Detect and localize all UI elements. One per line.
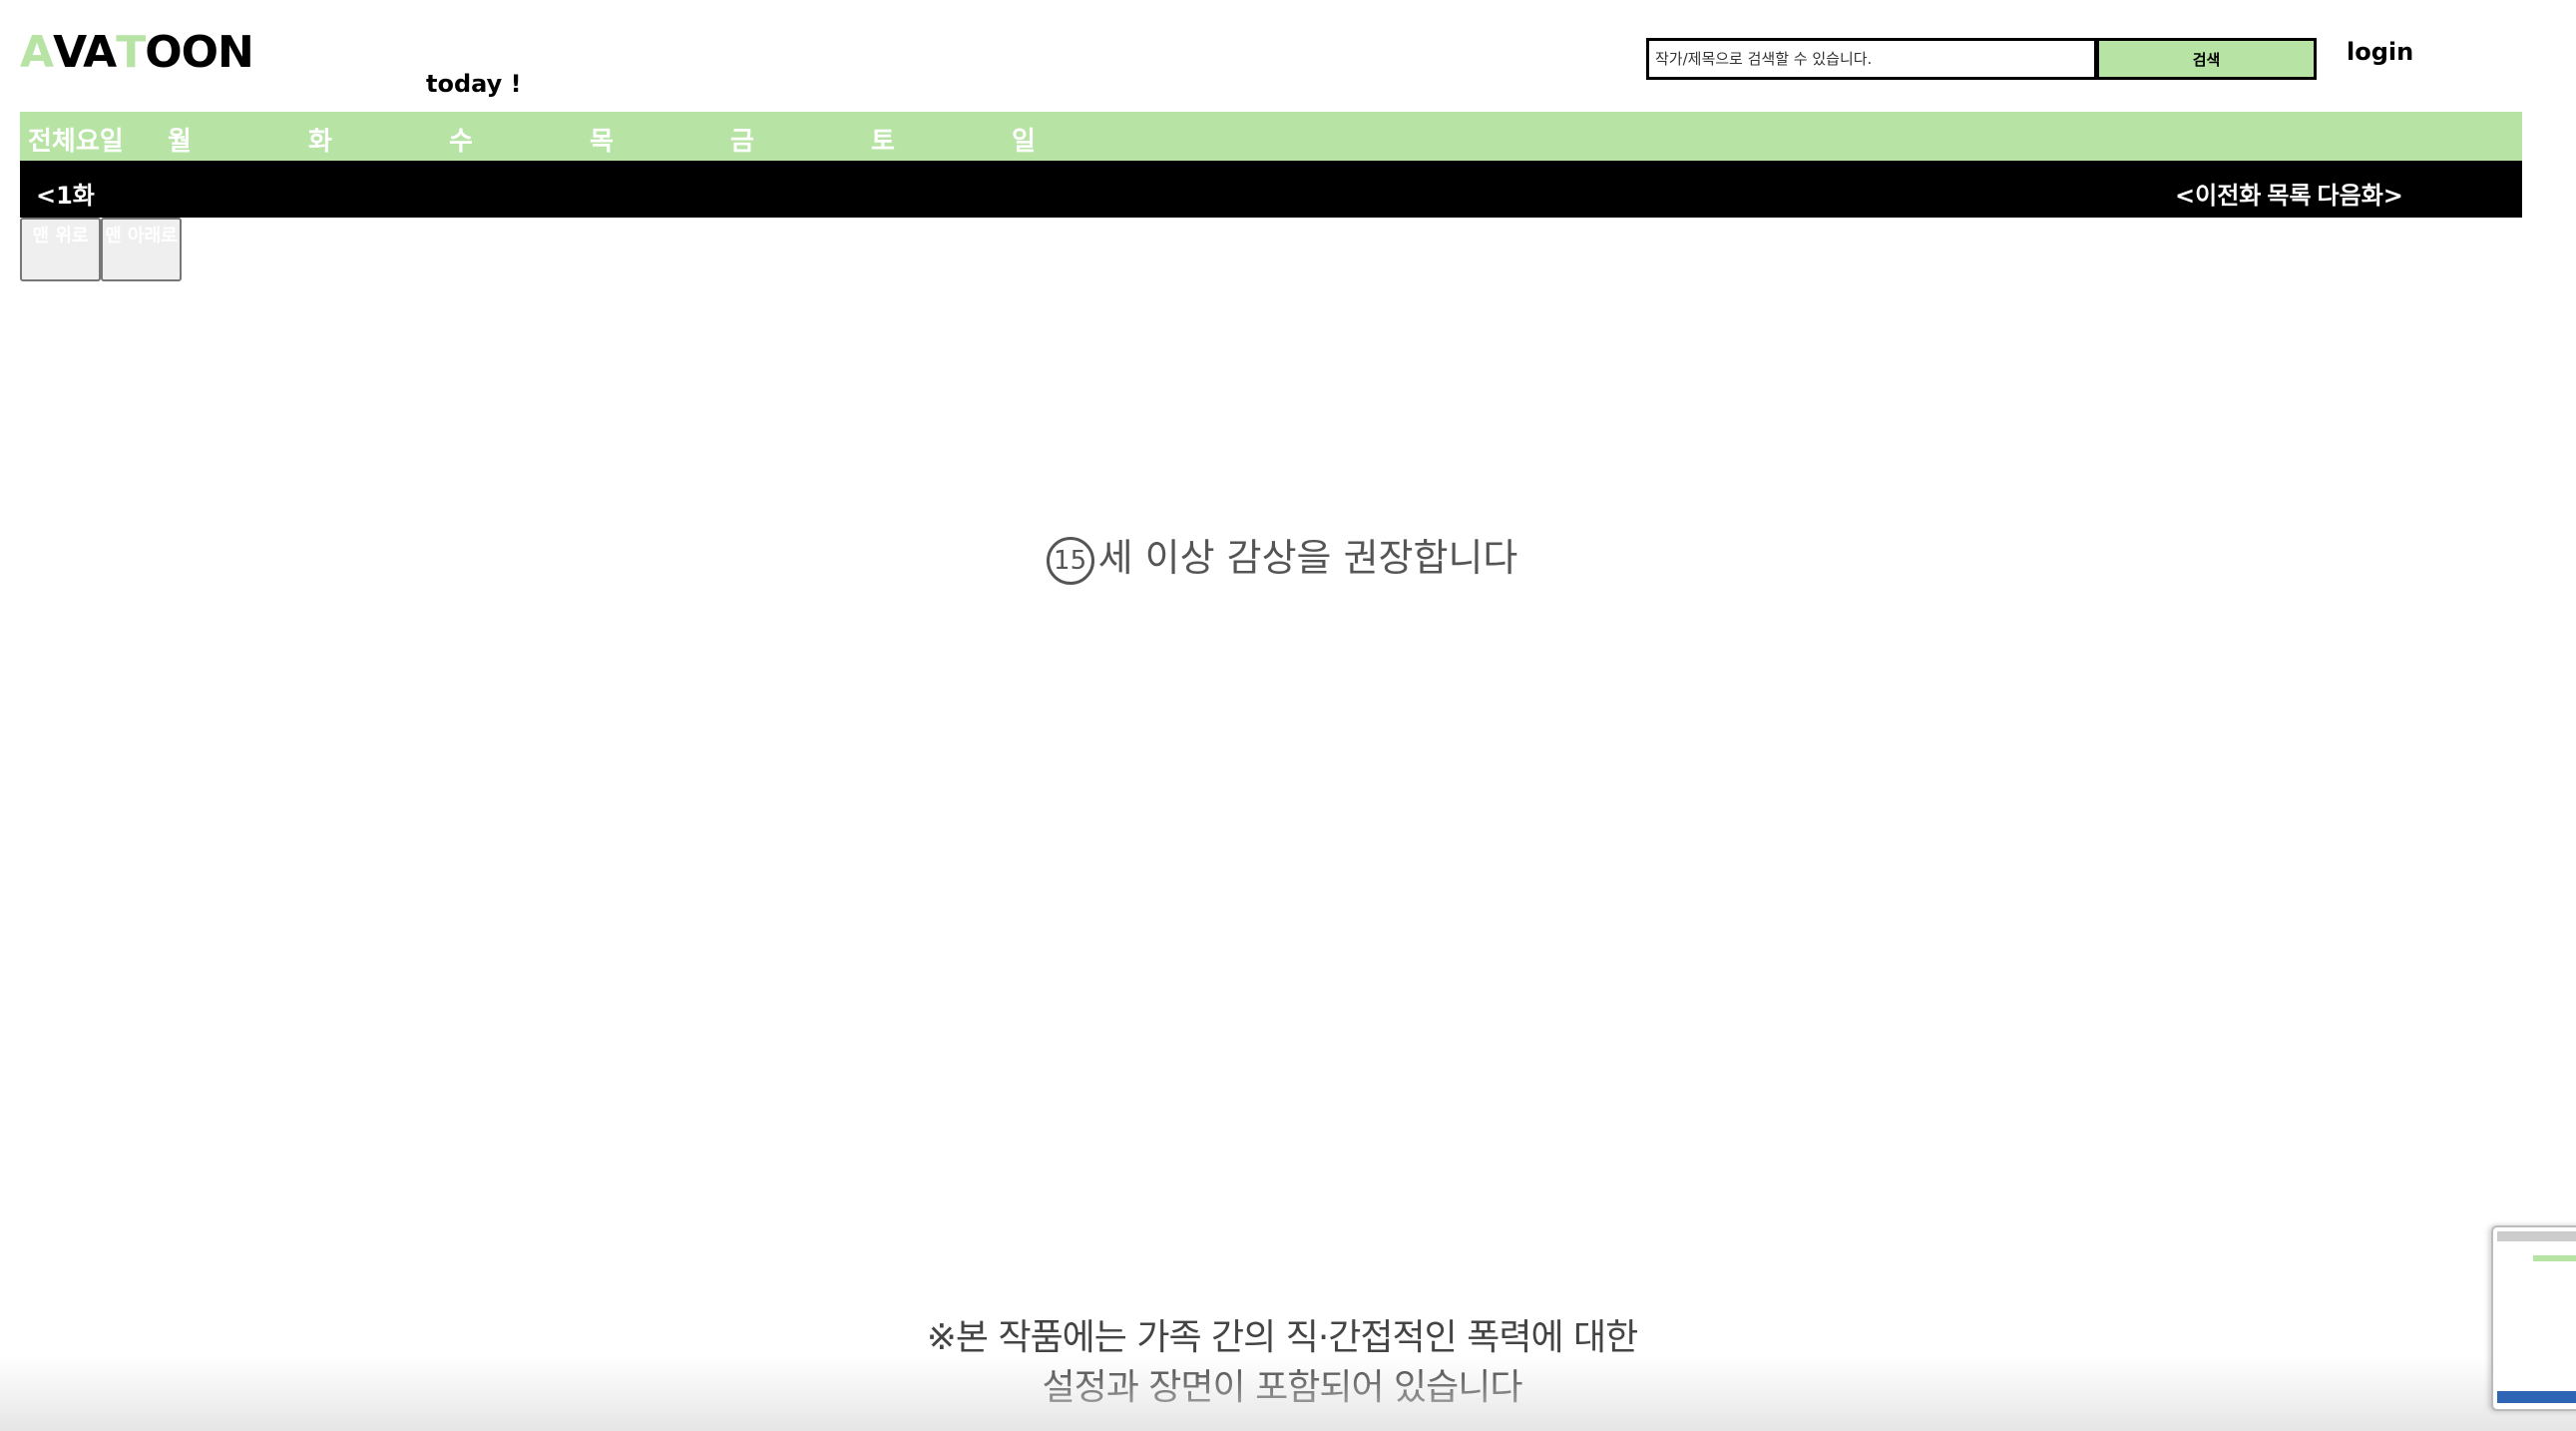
day-nav: 전체요일 월 화 수 목 금 토 일 [20,112,2522,161]
day-tab-mon[interactable]: 월 [168,121,192,158]
logo-letters-va: VA [53,27,117,78]
day-tab-sun[interactable]: 일 [1012,121,1036,158]
age-text: 세 이상 감상을 권장합니다 [1097,536,1518,580]
scroll-top-button[interactable]: 맨 위로 [20,218,101,281]
logo-letters-oon: OON [145,27,254,78]
window-preview-thumbnail[interactable] [2491,1225,2576,1411]
age-badge: 15 [1046,536,1094,585]
day-tab-fri[interactable]: 금 [730,121,754,158]
scroll-bottom-button[interactable]: 맨 아래로 [101,218,182,281]
logo-letter-t: T [116,27,146,78]
next-episode-link[interactable]: 다음화> [2318,176,2403,211]
page: A VA T OON today ! 검색 login 전체요일 월 화 수 목… [0,0,2576,1431]
warning-line-1: ※본 작품에는 가족 간의 직·간접적인 폭력에 대한 [926,1317,1639,1358]
login-link[interactable]: login [2347,38,2413,66]
day-tab-wed[interactable]: 수 [449,121,473,158]
preview-accent [2533,1255,2576,1261]
content-warning: ※본 작품에는 가족 간의 직·간접적인 폭력에 대한 설정과 장면이 포함되어… [0,1313,2564,1413]
warning-line-2: 설정과 장면이 포함되어 있습니다 [1042,1367,1522,1408]
preview-toolbar [2497,1231,2576,1241]
episode-nav: <이전화 목록 다음화> [2175,176,2403,211]
search-input[interactable] [1646,38,2097,80]
logo-letter-a: A [20,27,54,78]
age-recommendation: 15 세 이상 감상을 권장합니다 [0,527,2564,585]
day-tab-sat[interactable]: 토 [871,121,895,158]
preview-taskbar [2497,1391,2576,1403]
episode-bar: <1화 <이전화 목록 다음화> [20,161,2522,218]
episode-title: <1화 [36,182,95,210]
episode-list-link[interactable]: 목록 [2267,176,2311,211]
logo[interactable]: A VA T OON [20,27,254,78]
day-tab-tue[interactable]: 화 [308,121,332,158]
prev-episode-link[interactable]: <이전화 [2175,176,2261,211]
today-label[interactable]: today ! [426,70,522,98]
day-tab-all[interactable]: 전체요일 [28,121,124,158]
search-button[interactable]: 검색 [2097,38,2317,80]
day-tab-thu[interactable]: 목 [590,121,614,158]
